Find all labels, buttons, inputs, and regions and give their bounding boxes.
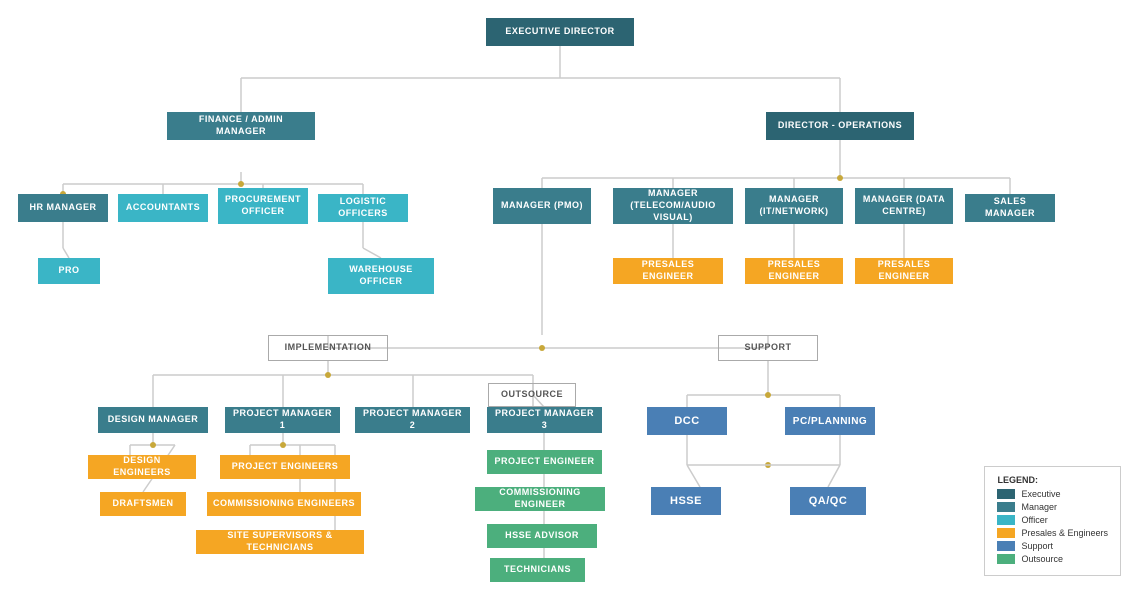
legend-color-officer [997,515,1015,525]
pm3-node: PROJECT MANAGER 3 [487,407,602,433]
legend: LEGEND: Executive Manager Officer Presal… [984,466,1121,576]
legend-title: LEGEND: [997,475,1108,485]
accountants-node: ACCOUNTANTS [118,194,208,222]
executive-director-node: EXECUTIVE DIRECTOR [486,18,634,46]
dcc-node: DCC [647,407,727,435]
legend-item-outsource: Outsource [997,554,1108,564]
technicians-node: TECHNICIANS [490,558,585,582]
commissioning-pm3-node: COMMISSIONING ENGINEER [475,487,605,511]
legend-color-outsource [997,554,1015,564]
manager-it-node: MANAGER (IT/NETWORK) [745,188,843,224]
legend-item-support: Support [997,541,1108,551]
hsse-node: HSSE [651,487,721,515]
legend-color-executive [997,489,1015,499]
legend-color-presales [997,528,1015,538]
qa-qc-node: QA/QC [790,487,866,515]
pro-node: PRO [38,258,100,284]
legend-color-manager [997,502,1015,512]
site-supervisors-node: SITE SUPERVISORS & TECHNICIANS [196,530,364,554]
pc-planning-node: PC/PLANNING [785,407,875,435]
design-engineers-node: DESIGN ENGINEERS [88,455,196,479]
director-ops-node: DIRECTOR - OPERATIONS [766,112,914,140]
presales1-node: PRESALES ENGINEER [613,258,723,284]
manager-pmo-node: MANAGER (PMO) [493,188,591,224]
project-engineers-node: PROJECT ENGINEERS [220,455,350,479]
logistic-node: LOGISTIC OFFICERS [318,194,408,222]
pm1-node: PROJECT MANAGER 1 [225,407,340,433]
support-node: SUPPORT [718,335,818,361]
outsource-node: OUTSOURCE [488,383,576,407]
legend-item-manager: Manager [997,502,1108,512]
project-engineer-pm3-node: PROJECT ENGINEER [487,450,602,474]
hr-manager-node: HR MANAGER [18,194,108,222]
hsse-advisor-node: HSSE ADVISOR [487,524,597,548]
legend-color-support [997,541,1015,551]
manager-telecom-node: MANAGER (TELECOM/AUDIO VISUAL) [613,188,733,224]
warehouse-node: WAREHOUSE OFFICER [328,258,434,294]
presales2-node: PRESALES ENGINEER [745,258,843,284]
finance-admin-node: FINANCE / ADMIN MANAGER [167,112,315,140]
legend-item-presales: Presales & Engineers [997,528,1108,538]
commissioning-eng-node: COMMISSIONING ENGINEERS [207,492,361,516]
pm2-node: PROJECT MANAGER 2 [355,407,470,433]
presales3-node: PRESALES ENGINEER [855,258,953,284]
design-manager-node: DESIGN MANAGER [98,407,208,433]
legend-item-officer: Officer [997,515,1108,525]
manager-dc-node: MANAGER (DATA CENTRE) [855,188,953,224]
sales-manager-node: SALES MANAGER [965,194,1055,222]
legend-item-executive: Executive [997,489,1108,499]
procurement-node: PROCUREMENT OFFICER [218,188,308,224]
draftsmen-node: DRAFTSMEN [100,492,186,516]
org-chart: EXECUTIVE DIRECTOR FINANCE / ADMIN MANAG… [0,0,1141,596]
implementation-node: IMPLEMENTATION [268,335,388,361]
